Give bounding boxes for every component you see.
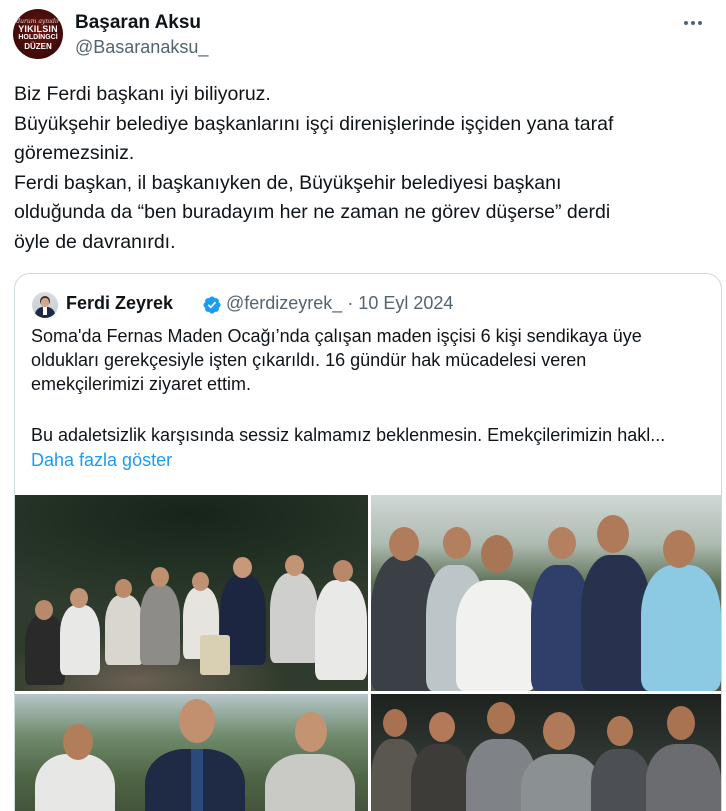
more-icon[interactable] <box>678 11 708 35</box>
quoted-tweet-header: Ferdi Zeyrek @ferdizeyrek_ · 10 Eyl 2024 <box>32 290 712 318</box>
quoted-author-avatar[interactable] <box>32 292 58 318</box>
avatar-text-line: HOLDİNGCİ <box>18 33 58 41</box>
media-grid <box>15 495 721 811</box>
photo-2[interactable] <box>371 495 721 691</box>
quoted-author-name[interactable]: Ferdi Zeyrek <box>66 293 173 314</box>
author-name[interactable]: Başaran Aksu <box>75 12 201 34</box>
tweet-text-line: Büyükşehir belediye başkanlarını işçi di… <box>14 112 614 135</box>
tweet-text: Biz Ferdi başkanı iyi biliyoruz. Büyükşe… <box>14 80 714 258</box>
author-handle[interactable]: @Basaranaksu_ <box>75 37 208 58</box>
show-more-link[interactable]: Daha fazla göster <box>31 450 172 471</box>
photo-1[interactable] <box>15 495 368 691</box>
quoted-tweet-text: Soma'da Fernas Maden Ocağı’nda çalışan m… <box>31 324 711 447</box>
verified-badge-icon <box>203 296 221 314</box>
photo-3[interactable] <box>15 694 368 811</box>
quoted-text-line: emekçilerimizi ziyaret ettim. <box>31 374 252 394</box>
quoted-text-line: Bu adaletsizlik karşısında sessiz kalmam… <box>31 425 666 445</box>
tweet-text-line: Biz Ferdi başkanı iyi biliyoruz. <box>14 83 271 105</box>
avatar-text-line: DÜZEN <box>24 41 52 51</box>
tweet-text-line: Ferdi başkan, il başkanıyken de, Büyükşe… <box>14 171 562 194</box>
quoted-text-line: Soma'da Fernas Maden Ocağı’nda çalışan m… <box>31 326 642 346</box>
author-avatar[interactable]: durum aynıdır YIKILSIN HOLDİNGCİ DÜZEN <box>13 9 63 59</box>
quoted-meta[interactable]: @ferdizeyrek_ · 10 Eyl 2024 <box>226 293 453 314</box>
avatar-text-line: YIKILSIN <box>18 23 58 34</box>
tweet-header: durum aynıdır YIKILSIN HOLDİNGCİ DÜZEN B… <box>13 9 716 61</box>
tweet-text-line: olduğunda da “ben buradayım her ne zaman… <box>14 201 611 224</box>
photo-4[interactable] <box>371 694 721 811</box>
quoted-tweet[interactable]: Ferdi Zeyrek @ferdizeyrek_ · 10 Eyl 2024… <box>14 273 722 811</box>
quoted-text-line: oldukları gerekçesiyle işten çıkarıldı. … <box>31 350 587 370</box>
tweet-text-line: öyle de davranırdı. <box>14 230 176 253</box>
tweet-text-line: göremezsiniz. <box>14 142 135 165</box>
